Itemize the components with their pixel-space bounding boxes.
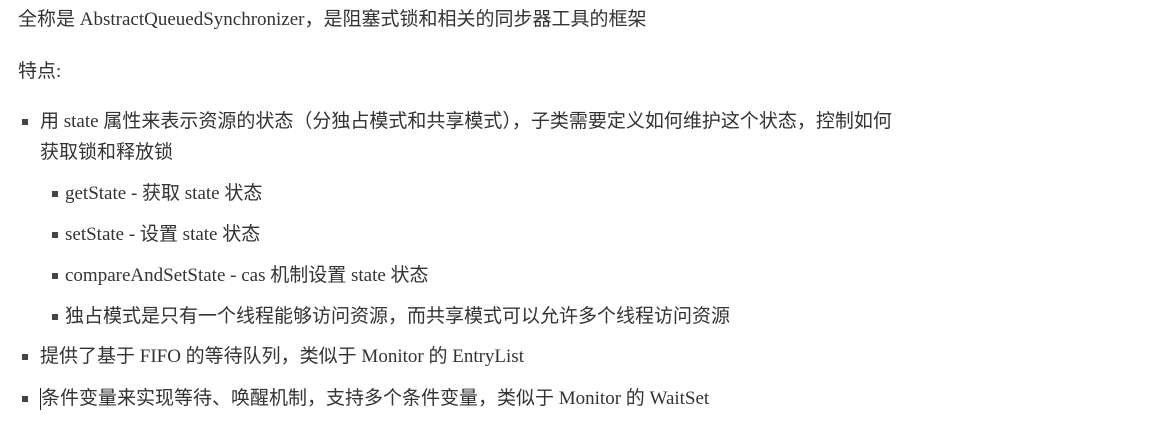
bullet-icon [22, 119, 28, 125]
bullet-icon [52, 273, 58, 279]
bullet-icon [52, 232, 58, 238]
intro-paragraph: 全称是 AbstractQueuedSynchronizer，是阻塞式锁和相关的… [18, 9, 647, 30]
list-item-text: 用 state 属性来表示资源的状态（分独占模式和共享模式），子类需要定义如何维… [40, 111, 892, 132]
sub-list-item-text: getState - 获取 state 状态 [65, 183, 263, 204]
list-item-text[interactable]: 条件变量来实现等待、唤醒机制，支持多个条件变量，类似于 Monitor 的 Wa… [41, 387, 709, 411]
list-item-text: 提供了基于 FIFO 的等待队列，类似于 Monitor 的 EntryList [40, 346, 524, 367]
sub-list-item-text: compareAndSetState - cas 机制设置 state 状态 [65, 265, 429, 286]
bullet-icon [52, 314, 58, 320]
text-caret [40, 388, 41, 410]
sub-list-item-text: setState - 设置 state 状态 [65, 224, 261, 245]
bullet-icon [52, 191, 58, 197]
list-item-text-continued: 获取锁和释放锁 [40, 142, 174, 163]
bullet-icon [22, 354, 28, 360]
features-label: 特点: [18, 61, 62, 82]
sub-list-item-text: 独占模式是只有一个线程能够访问资源，而共享模式可以允许多个线程访问资源 [65, 306, 731, 327]
bullet-icon [22, 396, 28, 402]
